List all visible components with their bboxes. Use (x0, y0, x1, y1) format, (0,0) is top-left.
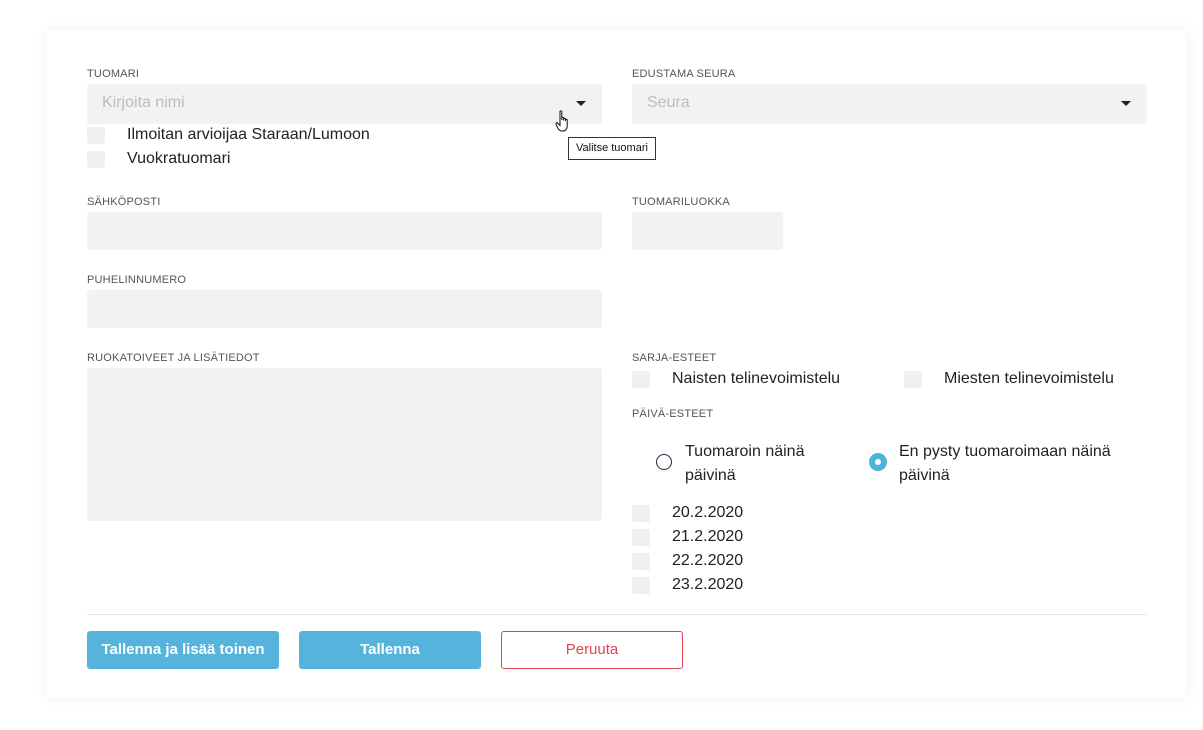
checkbox-date-2[interactable] (632, 529, 650, 546)
date-label-3: 22.2.2020 (672, 552, 744, 569)
checkbox-rental-referee-label: Vuokratuomari (127, 150, 231, 167)
date-label-2: 21.2.2020 (672, 528, 744, 545)
radio-available-days[interactable] (656, 454, 672, 470)
checkbox-date-3[interactable] (632, 553, 650, 570)
radio-unavailable-days[interactable] (869, 453, 887, 471)
cancel-button[interactable]: Peruuta (501, 631, 683, 669)
checkbox-womens-gymnastics[interactable] (632, 371, 650, 388)
save-button[interactable]: Tallenna (299, 631, 481, 669)
email-field[interactable] (87, 212, 602, 250)
phone-label: PUHELINNUMERO (87, 274, 187, 286)
form-divider (87, 614, 1147, 615)
referee-tooltip: Valitse tuomari (568, 137, 656, 160)
chevron-down-icon (1121, 101, 1131, 106)
referee-form-card: TUOMARI Kirjoita nimi Valitse tuomari Il… (47, 30, 1186, 698)
save-and-add-button[interactable]: Tallenna ja lisää toinen (87, 631, 279, 669)
checkbox-report-evaluator[interactable] (87, 127, 105, 144)
referee-select-placeholder: Kirjoita nimi (102, 94, 185, 111)
club-label: EDUSTAMA SEURA (632, 68, 736, 80)
chevron-down-icon (576, 101, 586, 106)
checkbox-mens-gymnastics[interactable] (904, 371, 922, 388)
phone-field[interactable] (87, 290, 602, 328)
radio-unavailable-days-label-line2: päivinä (899, 467, 950, 484)
radio-available-days-label-line2: päivinä (685, 467, 736, 484)
referee-class-field[interactable] (632, 212, 783, 250)
radio-available-days-label: Tuomaroin näinä päivinä (685, 440, 804, 488)
date-label-1: 20.2.2020 (672, 504, 744, 521)
checkbox-mens-gymnastics-label: Miesten telinevoimistelu (944, 370, 1114, 387)
checkbox-date-1[interactable] (632, 505, 650, 522)
referee-select[interactable]: Kirjoita nimi (87, 84, 602, 124)
day-conflicts-label: PÄIVÄ-ESTEET (632, 408, 714, 420)
checkbox-report-evaluator-label: Ilmoitan arvioijaa Staraan/Lumoon (127, 126, 370, 143)
hand-cursor-icon (555, 110, 568, 132)
diet-notes-label: RUOKATOIVEET JA LISÄTIEDOT (87, 352, 260, 364)
radio-available-days-label-line1: Tuomaroin näinä (685, 443, 805, 460)
club-select-placeholder: Seura (647, 94, 690, 111)
radio-unavailable-days-label-line1: En pysty tuomaroimaan näinä (899, 443, 1111, 460)
checkbox-womens-gymnastics-label: Naisten telinevoimistelu (672, 370, 841, 387)
email-label: SÄHKÖPOSTI (87, 196, 161, 208)
date-label-4: 23.2.2020 (672, 576, 744, 593)
diet-notes-textarea[interactable] (87, 368, 602, 521)
club-select[interactable]: Seura (632, 84, 1147, 124)
referee-label: TUOMARI (87, 68, 140, 80)
radio-unavailable-days-label: En pysty tuomaroimaan näinä päivinä (899, 440, 1111, 488)
series-conflicts-label: SARJA-ESTEET (632, 352, 717, 364)
checkbox-rental-referee[interactable] (87, 151, 105, 168)
referee-class-label: TUOMARILUOKKA (632, 196, 730, 208)
checkbox-date-4[interactable] (632, 577, 650, 594)
